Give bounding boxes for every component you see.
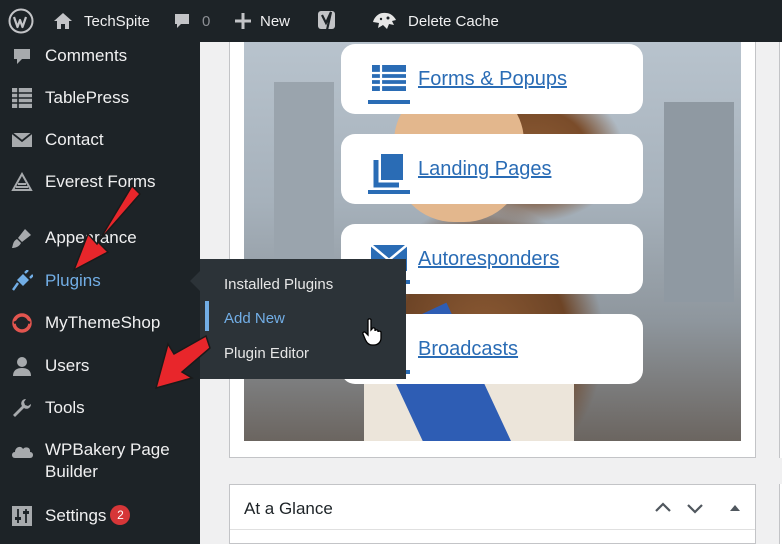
envelope-icon — [10, 128, 34, 152]
menu-item-contact[interactable]: Contact — [0, 128, 200, 152]
home-icon — [52, 11, 74, 31]
menu-item-tablepress[interactable]: TablePress — [0, 86, 200, 110]
comments-count: 0 — [202, 12, 211, 30]
admin-sidebar: Comments TablePress Contact Everest Form… — [0, 42, 200, 544]
everest-forms-icon — [10, 170, 34, 194]
menu-item-wpbakery[interactable]: WPBakery Page Builder — [0, 439, 200, 485]
menu-item-comments[interactable]: Comments — [0, 44, 200, 68]
cloud-icon — [10, 439, 34, 463]
card-label[interactable]: Autoresponders — [418, 248, 559, 271]
widget-title: At a Glance — [244, 499, 333, 518]
menu-label: Comments — [45, 46, 128, 65]
site-name-label: TechSpite — [84, 12, 150, 30]
comments-link[interactable]: 0 — [172, 0, 210, 42]
wrench-icon — [10, 396, 34, 420]
building-shape — [274, 82, 334, 282]
promo-card-landing-pages[interactable]: Landing Pages — [341, 134, 643, 204]
comment-icon — [10, 44, 34, 68]
divider — [230, 529, 755, 530]
update-count-badge: 2 — [110, 505, 131, 525]
annotation-arrow — [72, 184, 142, 272]
submenu-installed-plugins[interactable]: Installed Plugins — [224, 276, 333, 293]
delete-cache-label: Delete Cache — [408, 12, 499, 30]
card-label[interactable]: Landing Pages — [418, 158, 551, 181]
card-label[interactable]: Forms & Popups — [418, 68, 567, 91]
menu-item-settings[interactable]: Settings 2 — [0, 504, 200, 528]
menu-label: Contact — [45, 130, 104, 149]
menu-item-tools[interactable]: Tools — [0, 396, 200, 420]
form-table-icon — [367, 64, 411, 108]
comment-icon — [172, 11, 192, 31]
menu-label: Users — [45, 356, 90, 375]
delete-cache-button[interactable]: Delete Cache — [370, 0, 499, 42]
building-shape — [664, 102, 734, 302]
flyout-pointer — [190, 271, 200, 291]
table-icon — [10, 86, 34, 110]
promo-card-forms[interactable]: Forms & Popups — [341, 44, 643, 114]
menu-label: MyThemeShop — [45, 313, 161, 332]
site-name-link[interactable]: TechSpite — [52, 0, 150, 42]
settings-label: Settings — [45, 506, 107, 525]
active-indicator — [205, 301, 209, 331]
pages-icon — [367, 154, 411, 198]
new-label: New — [260, 12, 291, 30]
sliders-icon — [10, 504, 34, 528]
menu-label: Tools — [45, 398, 85, 417]
plus-icon — [234, 12, 252, 30]
submenu-add-new[interactable]: Add New — [224, 310, 285, 327]
annotation-arrow — [154, 334, 211, 390]
admin-bar: TechSpite 0 New Delete Cache — [0, 0, 782, 42]
new-content-button[interactable]: New — [234, 0, 290, 42]
mythemeshop-icon — [10, 311, 34, 335]
move-up-icon[interactable] — [652, 497, 674, 519]
yoast-icon[interactable] — [316, 0, 338, 42]
cache-cheetah-icon — [370, 10, 398, 32]
card-label[interactable]: Broadcasts — [418, 338, 518, 361]
paintbrush-icon — [10, 226, 34, 250]
hand-cursor-icon — [362, 318, 382, 346]
plugin-icon — [10, 269, 34, 293]
at-a-glance-widget: At a Glance — [229, 484, 756, 544]
menu-label: Settings 2 — [45, 505, 131, 527]
user-icon — [10, 354, 34, 378]
move-down-icon[interactable] — [684, 497, 706, 519]
submenu-plugin-editor[interactable]: Plugin Editor — [224, 345, 309, 362]
menu-label: WPBakery Page Builder — [45, 440, 170, 481]
wordpress-logo-icon[interactable] — [8, 0, 34, 42]
menu-label: TablePress — [45, 88, 130, 107]
toggle-panel-icon[interactable] — [724, 497, 746, 519]
